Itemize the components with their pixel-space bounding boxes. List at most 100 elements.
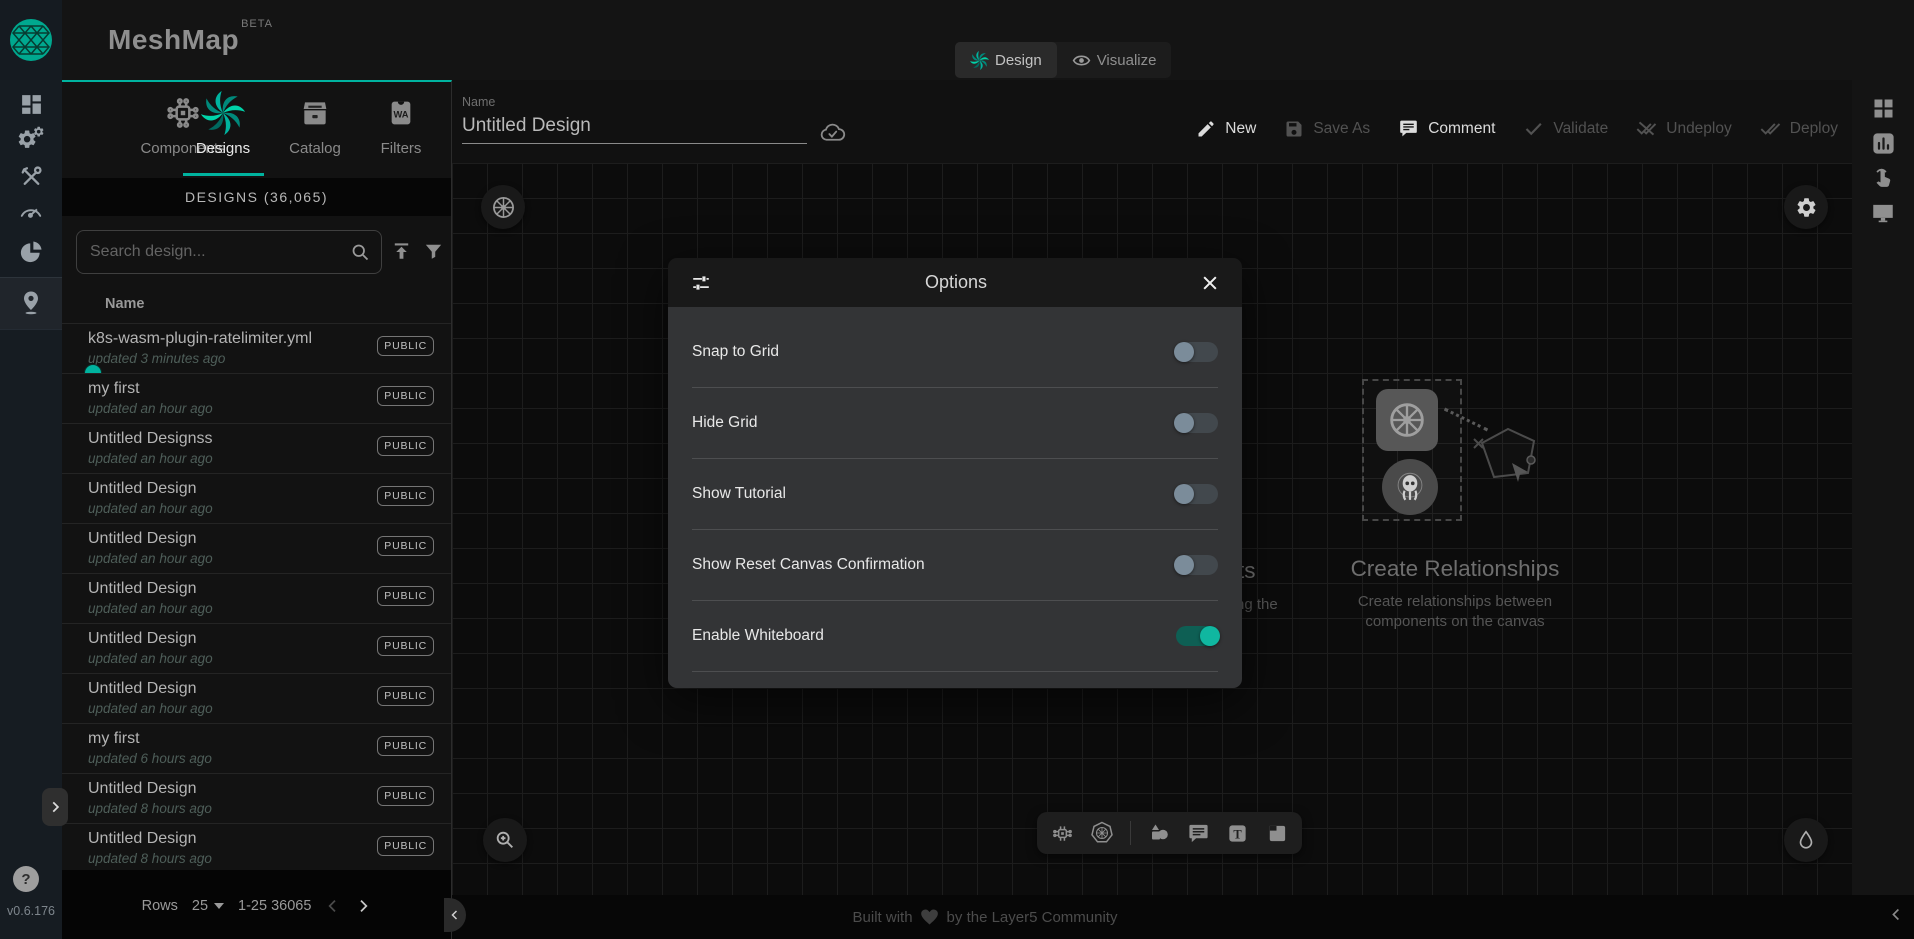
option-snap-to-grid: Snap to Grid	[692, 317, 1218, 388]
previous-page-button[interactable]	[325, 898, 341, 914]
design-list-item[interactable]: Untitled Design updated an hour ago PUBL…	[62, 473, 451, 523]
hidden-tutorial-desc-fragment: ng the	[1236, 596, 1278, 613]
canvas-settings-button[interactable]	[1784, 185, 1828, 229]
design-list-item[interactable]: Untitled Design updated an hour ago PUBL…	[62, 623, 451, 673]
enable-whiteboard-toggle[interactable]	[1176, 626, 1218, 646]
double-check-icon	[1760, 118, 1781, 139]
metrics-panel-button[interactable]	[1852, 130, 1914, 157]
design-list-item[interactable]: k8s-wasm-plugin-ratelimiter.yml updated …	[62, 323, 451, 373]
text-tool-button[interactable]: T	[1226, 822, 1249, 845]
snap-to-grid-toggle[interactable]	[1176, 342, 1218, 362]
design-list-item[interactable]: Untitled Designss updated an hour ago PU…	[62, 423, 451, 473]
show-reset-canvas-confirmation-toggle[interactable]	[1176, 555, 1218, 575]
toggle-knob	[1174, 484, 1194, 504]
deploy-button[interactable]: Deploy	[1760, 118, 1838, 139]
new-button[interactable]: New	[1196, 119, 1256, 139]
import-design-button[interactable]	[390, 240, 413, 263]
visibility-badge: PUBLIC	[377, 436, 434, 456]
rows-per-page-select[interactable]: 25	[192, 898, 224, 914]
show-tutorial-toggle[interactable]	[1176, 484, 1218, 504]
visibility-badge: PUBLIC	[377, 386, 434, 406]
kubernetes-canvas-button[interactable]	[481, 185, 525, 229]
design-list-item[interactable]: my first updated an hour ago PUBLIC	[62, 373, 451, 423]
footer-collapse-tab[interactable]	[444, 898, 466, 932]
layer5-logo-icon	[9, 18, 53, 62]
comment-icon	[1398, 118, 1419, 139]
options-modal-body: Snap to Grid Hide Grid Show Tutorial Sho…	[668, 307, 1242, 688]
tune-icon	[690, 272, 712, 294]
chevron-left-icon	[449, 909, 461, 921]
visibility-badge: PUBLIC	[377, 536, 434, 556]
gear-icon	[1795, 196, 1818, 219]
design-list-item[interactable]: Untitled Design updated an hour ago PUBL…	[62, 573, 451, 623]
visibility-badge: PUBLIC	[377, 336, 434, 356]
drawer-expand-button[interactable]	[42, 788, 68, 826]
filter-button[interactable]	[422, 240, 445, 263]
chevron-left-icon	[1889, 907, 1904, 922]
design-name: k8s-wasm-plugin-ratelimiter.yml	[88, 330, 312, 348]
design-list-item[interactable]: Untitled Design updated 8 hours ago PUBL…	[62, 823, 451, 873]
media-tool-button[interactable]	[1265, 822, 1288, 845]
lifecycle-gears-icon	[18, 125, 45, 152]
search-icon[interactable]	[350, 242, 371, 263]
eye-icon	[1072, 51, 1091, 70]
help-label: ?	[21, 871, 30, 888]
undeploy-button[interactable]: Undeploy	[1636, 118, 1732, 139]
svg-text:WA: WA	[393, 110, 408, 120]
shapes-tool-button[interactable]	[1147, 821, 1171, 845]
next-page-button[interactable]	[355, 898, 371, 914]
option-label: Hide Grid	[692, 414, 757, 432]
meshmap-spiral-icon	[970, 51, 989, 70]
design-list-item[interactable]: my first updated 6 hours ago PUBLIC	[62, 723, 451, 773]
nav-meshmap[interactable]	[0, 284, 62, 322]
add-component-button[interactable]	[1051, 822, 1074, 845]
tab-visualize[interactable]: Visualize	[1057, 42, 1172, 78]
dock-divider	[1130, 821, 1131, 845]
designs-spiral-icon	[201, 90, 245, 136]
meshmap-pin-icon	[19, 290, 43, 316]
grid-icon	[1870, 95, 1897, 122]
tab-label: Filters	[381, 140, 422, 157]
design-list-item[interactable]: Untitled Design updated 8 hours ago PUBL…	[62, 773, 451, 823]
footer-suffix: by the Layer5 Community	[947, 909, 1118, 926]
design-list-item[interactable]: Untitled Design updated an hour ago PUBL…	[62, 673, 451, 723]
save-as-button[interactable]: Save As	[1284, 119, 1370, 139]
comment-button[interactable]: Comment	[1398, 118, 1495, 139]
comment-tool-button[interactable]	[1187, 822, 1210, 845]
help-button[interactable]: ?	[13, 866, 39, 892]
kubernetes-icon	[491, 195, 516, 220]
canvas-dock: T	[1037, 812, 1302, 854]
hide-grid-toggle[interactable]	[1176, 413, 1218, 433]
interaction-mode-button[interactable]	[1852, 165, 1914, 191]
toolkit-icon	[19, 164, 44, 189]
nav-dashboard[interactable]	[0, 85, 62, 123]
tab-label: Designs	[196, 140, 250, 157]
nav-configuration[interactable]	[0, 157, 62, 195]
footer-right-chevron[interactable]	[1889, 907, 1904, 922]
nav-performance[interactable]	[0, 192, 62, 230]
close-button[interactable]	[1200, 273, 1220, 293]
validate-button[interactable]: Validate	[1523, 118, 1608, 139]
tutorial-title: Create Relationships	[1330, 556, 1580, 582]
visibility-badge: PUBLIC	[377, 836, 434, 856]
options-modal: Options Snap to Grid Hide Grid Show Tuto…	[668, 258, 1242, 688]
chevron-left-icon	[325, 898, 341, 914]
design-name-input[interactable]	[462, 113, 807, 144]
nav-lifecycle[interactable]	[0, 119, 62, 157]
widgets-panel-button[interactable]	[1852, 95, 1914, 122]
close-icon	[1200, 273, 1220, 293]
nav-extensions[interactable]	[0, 232, 62, 270]
toggle-knob	[1200, 626, 1220, 646]
design-updated: updated 8 hours ago	[88, 801, 212, 816]
layer5-logo[interactable]	[0, 0, 62, 80]
tab-design[interactable]: Design	[955, 42, 1057, 78]
design-updated: updated an hour ago	[88, 501, 213, 516]
design-list-item[interactable]: Untitled Design updated an hour ago PUBL…	[62, 523, 451, 573]
display-mode-button[interactable]	[1852, 200, 1914, 226]
zoom-button[interactable]	[483, 818, 527, 862]
search-input[interactable]	[77, 231, 381, 273]
add-kubernetes-node-button[interactable]	[1090, 821, 1114, 845]
panel-tab-filters[interactable]: WA Filters	[346, 90, 456, 176]
ink-drop-button[interactable]	[1784, 818, 1828, 862]
design-updated: updated an hour ago	[88, 551, 213, 566]
